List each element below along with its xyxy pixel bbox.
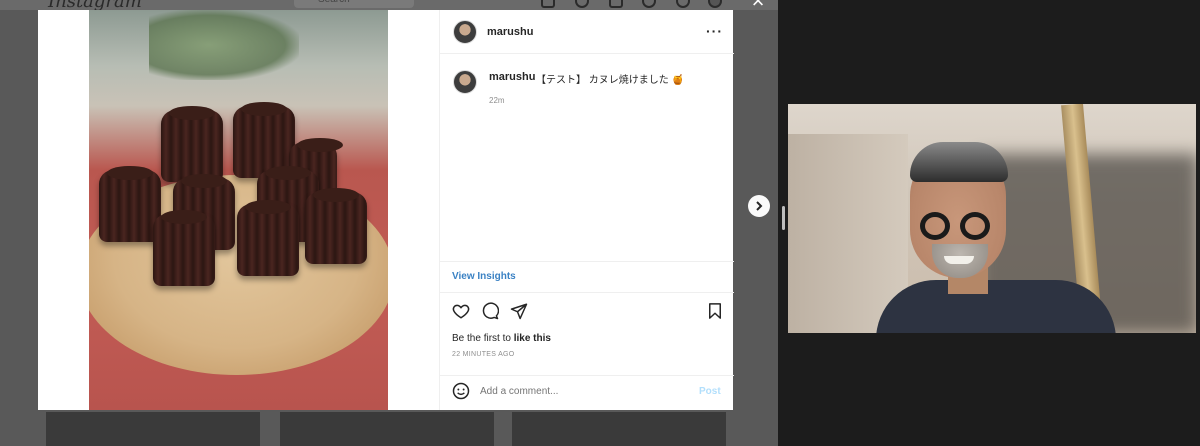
divider	[440, 261, 734, 262]
canele	[161, 106, 223, 182]
divider	[440, 375, 734, 376]
more-options-icon[interactable]: ···	[706, 23, 723, 39]
canele	[305, 188, 367, 264]
glasses-left-lens	[920, 212, 950, 240]
glasses-right-lens	[960, 212, 990, 240]
bookmark-icon[interactable]	[706, 302, 724, 320]
comment-icon[interactable]	[481, 302, 499, 320]
screen-share-area: Instagram Search	[0, 0, 778, 446]
divider	[440, 292, 734, 293]
close-icon[interactable]: ×	[748, 0, 768, 14]
screen: Instagram Search	[0, 0, 1200, 446]
canele	[99, 166, 161, 242]
feed-thumbnail[interactable]	[512, 412, 726, 446]
webcam-video[interactable]	[788, 104, 1196, 333]
post-button[interactable]: Post	[699, 386, 721, 397]
resize-handle[interactable]	[782, 206, 785, 230]
home-icon[interactable]	[541, 0, 555, 8]
caption-text: 【テスト】 カヌレ焼けました 🍯	[536, 75, 685, 86]
emoji-icon[interactable]	[452, 382, 470, 400]
header-username[interactable]: marushu	[487, 26, 533, 38]
feed-thumbnail[interactable]	[46, 412, 260, 446]
avatar[interactable]	[453, 20, 477, 44]
posted-time[interactable]: 22 MINUTES AGO	[452, 351, 515, 358]
canele-photo[interactable]	[89, 10, 388, 410]
feed-thumbnail[interactable]	[280, 412, 494, 446]
canele	[237, 200, 299, 276]
heart-icon[interactable]	[452, 302, 470, 320]
caption-username[interactable]: marushu	[489, 71, 535, 83]
likes-summary: Be the first to like this	[452, 333, 551, 344]
caption-time[interactable]: 22m	[489, 96, 505, 105]
paper-plane-icon[interactable]	[510, 302, 528, 320]
likes-prefix: Be the first to	[452, 333, 514, 344]
caption-avatar[interactable]	[453, 70, 477, 94]
new-post-icon[interactable]	[609, 0, 623, 8]
comment-input[interactable]	[480, 386, 680, 397]
person-hair	[910, 142, 1008, 182]
background-plant	[149, 10, 299, 80]
canele	[153, 210, 215, 286]
post-photo-panel	[38, 10, 439, 410]
person-smile	[944, 256, 974, 264]
chevron-right-icon[interactable]	[748, 195, 770, 217]
post-header: marushu ···	[440, 10, 734, 54]
search-input[interactable]: Search	[294, 0, 414, 8]
like-this-link[interactable]: like this	[514, 333, 551, 344]
view-insights-link[interactable]: View Insights	[452, 271, 516, 282]
post-side-panel: marushu ··· marushu 【テスト】 カヌレ焼けました 🍯 22m…	[439, 10, 734, 410]
person-shirt	[876, 280, 1116, 333]
